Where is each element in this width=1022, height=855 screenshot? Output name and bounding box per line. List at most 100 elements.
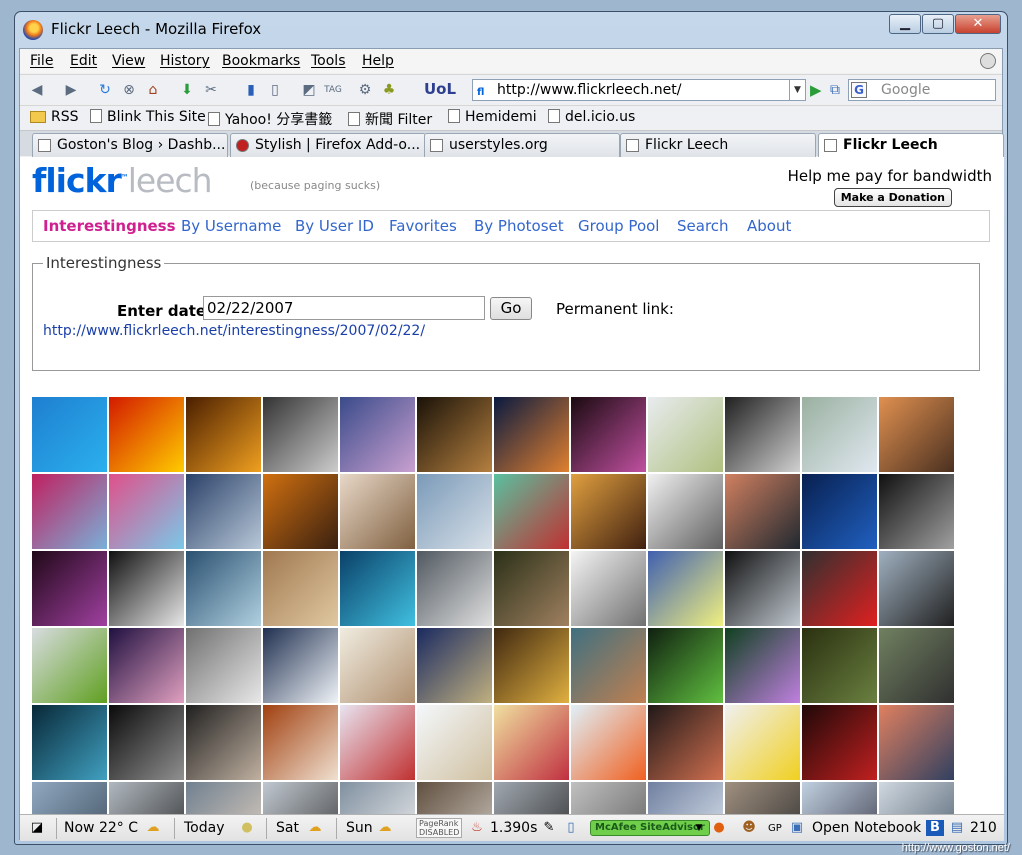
photo-thumbnail[interactable] [725,705,800,780]
bookmark-blink[interactable]: Blink This Site [90,109,206,125]
bookmark-news-filter[interactable]: 新聞 Filter [348,109,432,129]
photo-thumbnail[interactable] [802,628,877,703]
google-engine-icon[interactable]: G [851,82,867,98]
photo-thumbnail[interactable] [109,551,184,626]
photo-thumbnail[interactable] [725,782,800,814]
weather-now[interactable]: Now 22° C [64,820,138,836]
photo-thumbnail[interactable] [417,628,492,703]
photo-thumbnail[interactable] [648,628,723,703]
photo-thumbnail[interactable] [417,705,492,780]
stats-icon[interactable]: ▤ [948,820,966,836]
back-icon[interactable]: ◀ [28,81,46,99]
photo-thumbnail[interactable] [571,551,646,626]
yslow-icon[interactable]: ♨ [468,820,486,836]
menu-view[interactable]: View [112,53,145,69]
photo-thumbnail[interactable] [648,397,723,472]
photo-thumbnail[interactable] [263,628,338,703]
nav-group-pool[interactable]: Group Pool [578,217,659,235]
photo-thumbnail[interactable] [263,474,338,549]
nav-search[interactable]: Search [677,217,729,235]
url-dropdown-icon[interactable]: ▼ [790,79,806,101]
photo-thumbnail[interactable] [571,782,646,814]
date-input[interactable]: 02/22/2007 [203,296,485,320]
photo-thumbnail[interactable] [879,782,954,814]
tab-flickr-leech-1[interactable]: Flickr Leech [620,133,816,157]
status-toggle-icon[interactable]: ◪ [28,820,46,836]
nav-by-photoset[interactable]: By Photoset [474,217,564,235]
photo-thumbnail[interactable] [879,474,954,549]
pagerank-indicator[interactable]: PageRank DISABLED [416,818,463,838]
tag-icon[interactable]: TAG [324,81,342,99]
photo-thumbnail[interactable] [802,551,877,626]
photo-thumbnail[interactable] [417,551,492,626]
minimize-button[interactable]: ▁ [889,14,921,34]
go-button[interactable]: Go [490,297,532,320]
photo-thumbnail[interactable] [32,474,107,549]
photo-thumbnail[interactable] [571,705,646,780]
edit-icon[interactable]: ✎ [540,820,558,836]
photo-thumbnail[interactable] [648,705,723,780]
photo-thumbnail[interactable] [879,397,954,472]
delicious-icon[interactable]: ◩ [300,81,318,99]
photo-thumbnail[interactable] [725,628,800,703]
stop-icon[interactable]: ⊗ [120,81,138,99]
photo-thumbnail[interactable] [340,628,415,703]
photo-thumbnail[interactable] [340,782,415,814]
photo-thumbnail[interactable] [186,705,261,780]
photo-thumbnail[interactable] [263,782,338,814]
weather-sun[interactable]: Sun [346,820,373,836]
tab-stylish[interactable]: Stylish | Firefox Add-o... [230,133,426,157]
photo-thumbnail[interactable] [802,474,877,549]
photo-thumbnail[interactable] [802,397,877,472]
photo-thumbnail[interactable] [32,397,107,472]
nav-about[interactable]: About [747,217,791,235]
gear-icon[interactable]: ⚙ [356,81,374,99]
weather-today[interactable]: Today [184,820,225,836]
close-button[interactable]: ✕ [955,14,1001,34]
menu-history[interactable]: History [160,53,210,69]
photo-thumbnail[interactable] [494,551,569,626]
bookmark-icon[interactable]: ▮ [242,81,260,99]
search-input[interactable]: G Google [848,79,996,101]
photo-thumbnail[interactable] [648,474,723,549]
page-icon[interactable]: ▯ [266,81,284,99]
photo-thumbnail[interactable] [32,705,107,780]
photo-thumbnail[interactable] [32,628,107,703]
bookmark-hemidemi[interactable]: Hemidemi [448,109,537,125]
nav-by-username[interactable]: By Username [181,217,281,235]
photo-thumbnail[interactable] [186,628,261,703]
bookmark-delicious[interactable]: del.icio.us [548,109,635,125]
tab-flickr-leech-active[interactable]: Flickr Leech [818,133,1004,158]
nav-favorites[interactable]: Favorites [389,217,457,235]
menu-help[interactable]: Help [362,53,394,69]
photo-thumbnail[interactable] [186,474,261,549]
tools-icon[interactable]: ✂ [202,81,220,99]
photo-thumbnail[interactable] [648,782,723,814]
photo-thumbnail[interactable] [109,628,184,703]
menu-tools[interactable]: Tools [311,53,346,69]
sidebar-icon[interactable]: ⧉ [826,81,844,99]
photo-thumbnail[interactable] [725,474,800,549]
photo-thumbnail[interactable] [879,705,954,780]
home-icon[interactable]: ⌂ [144,81,162,99]
photo-thumbnail[interactable] [648,551,723,626]
photo-thumbnail[interactable] [263,397,338,472]
nav-by-user-id[interactable]: By User ID [295,217,374,235]
photo-thumbnail[interactable] [494,474,569,549]
photo-thumbnail[interactable] [109,397,184,472]
dropdown-icon[interactable]: ▼ [690,820,708,836]
tab-goston-blog[interactable]: Goston's Blog › Dashb... [32,133,228,157]
photo-thumbnail[interactable] [571,397,646,472]
maximize-button[interactable]: ▢ [922,14,954,34]
photo-thumbnail[interactable] [340,551,415,626]
photo-thumbnail[interactable] [725,397,800,472]
photo-thumbnail[interactable] [109,782,184,814]
photo-thumbnail[interactable] [494,782,569,814]
bookmark-yahoo[interactable]: Yahoo! 分享書籤 [208,109,332,129]
photo-thumbnail[interactable] [417,782,492,814]
site-logo[interactable]: flickr™leech [32,161,213,200]
firefox-icon[interactable]: ● [710,820,728,836]
photo-thumbnail[interactable] [571,474,646,549]
photo-thumbnail[interactable] [263,551,338,626]
photo-thumbnail[interactable] [109,474,184,549]
